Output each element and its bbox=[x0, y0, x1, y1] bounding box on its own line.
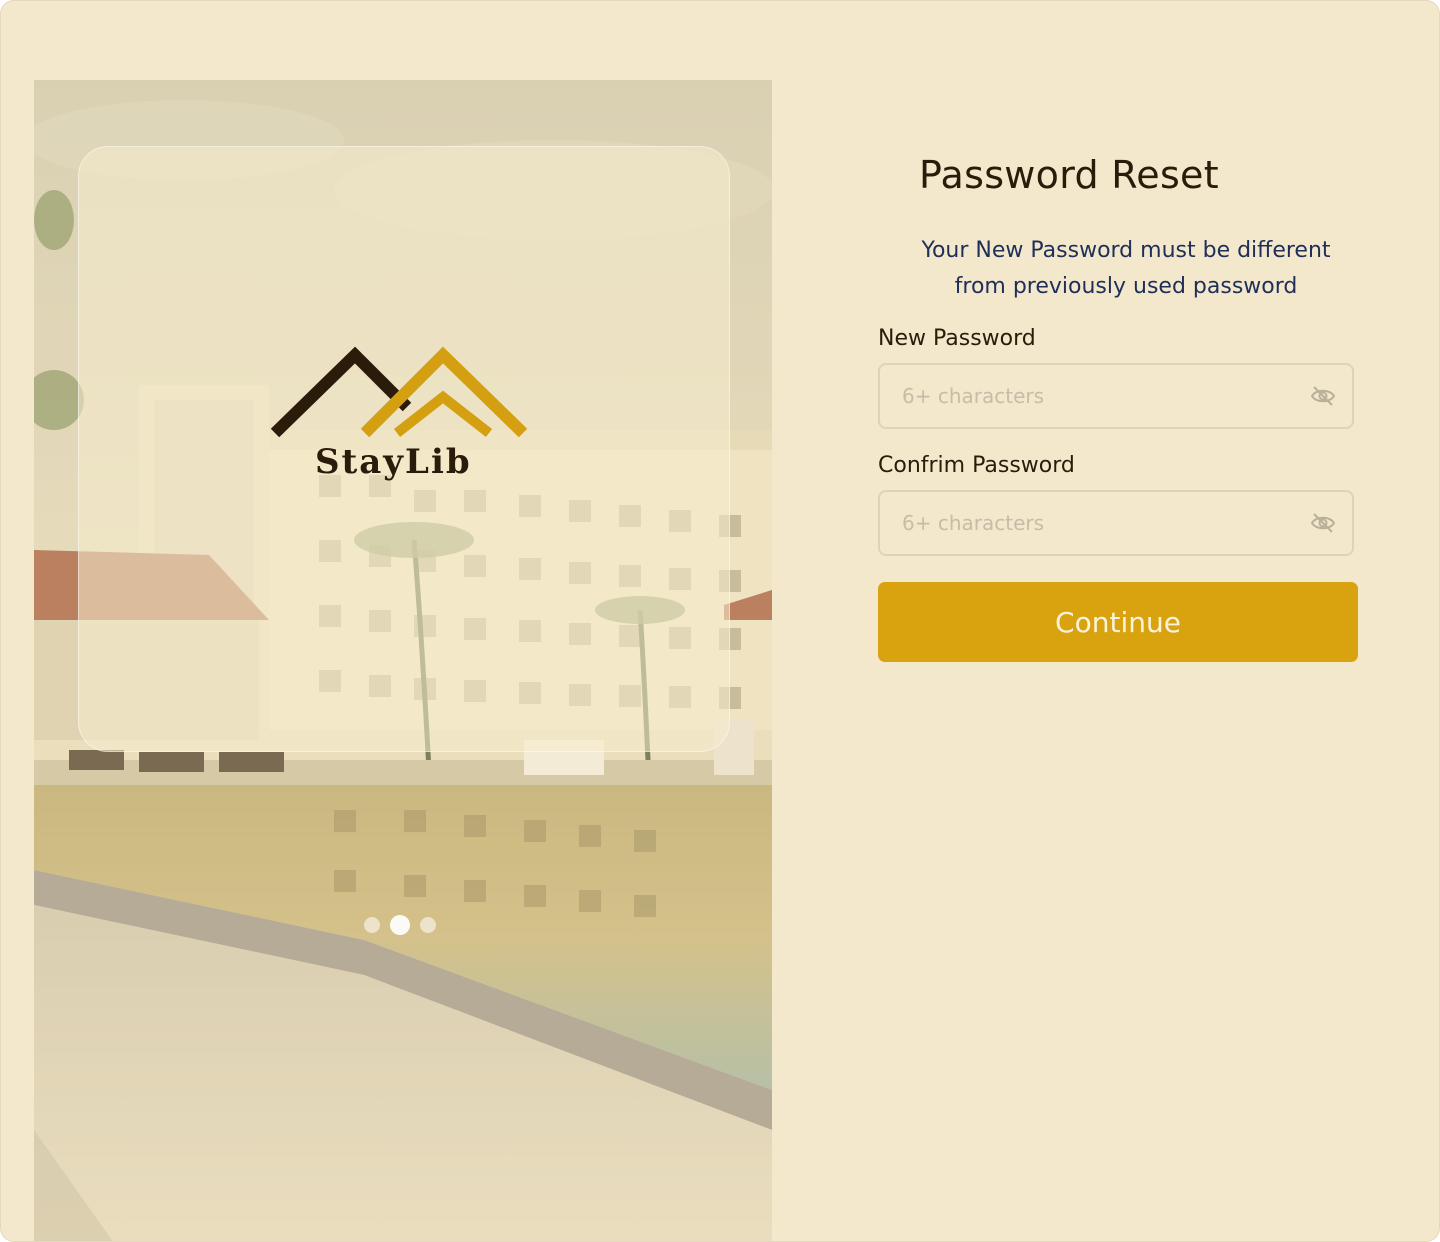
confirm-password-input[interactable] bbox=[902, 492, 1282, 554]
carousel-dot[interactable] bbox=[364, 917, 380, 933]
eye-off-icon[interactable] bbox=[1310, 385, 1336, 407]
eye-off-icon[interactable] bbox=[1310, 512, 1336, 534]
continue-button[interactable]: Continue bbox=[878, 582, 1358, 662]
new-password-label: New Password bbox=[878, 326, 1036, 351]
page-title: Password Reset bbox=[919, 153, 1219, 197]
subtitle-line-1: Your New Password must be different bbox=[921, 238, 1331, 263]
new-password-field[interactable] bbox=[878, 363, 1354, 429]
new-password-input[interactable] bbox=[902, 365, 1282, 427]
subtitle: Your New Password must be different from… bbox=[881, 233, 1371, 305]
confirm-password-label: Confrim Password bbox=[878, 453, 1075, 478]
hero-image-panel: StayLib bbox=[34, 80, 772, 1241]
subtitle-line-2: from previously used password bbox=[954, 274, 1298, 299]
roof-logo-icon bbox=[270, 346, 528, 438]
reset-page: StayLib Password Reset Your New Password… bbox=[0, 0, 1440, 1242]
carousel-dot-active[interactable] bbox=[390, 915, 410, 935]
carousel-indicator bbox=[364, 915, 436, 935]
confirm-password-field[interactable] bbox=[878, 490, 1354, 556]
staylib-logo: StayLib bbox=[267, 345, 531, 495]
carousel-dot[interactable] bbox=[420, 917, 436, 933]
brand-name: StayLib bbox=[315, 442, 472, 482]
